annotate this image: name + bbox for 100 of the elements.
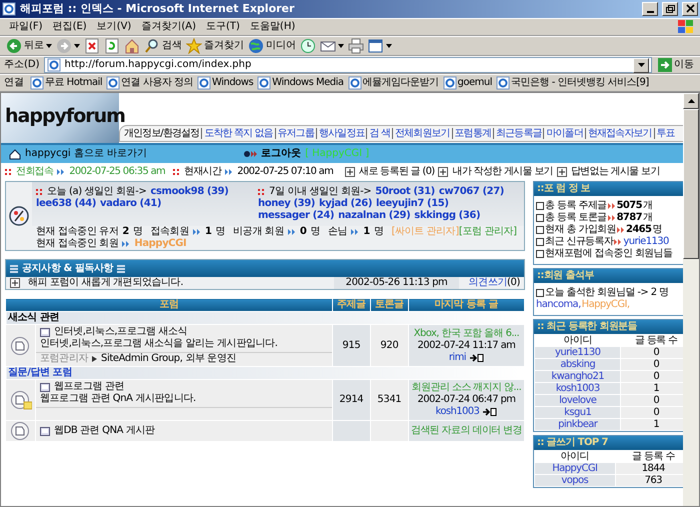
double-arrow-icon — [616, 226, 625, 234]
member-link[interactable]: kwangho21 — [534, 370, 621, 382]
notice-text[interactable]: 해피 포럼이 새롭게 개편되었습니다. — [28, 277, 184, 289]
member-link[interactable]: cw7067 (27) — [438, 186, 504, 198]
nav-link[interactable]: 도착한 쪽지 없음 — [201, 128, 275, 139]
member-link[interactable]: absking — [534, 358, 621, 370]
member-link[interactable]: nazalnan (29) — [338, 210, 410, 222]
info-link[interactable]: 답변없는 게시물 보기 — [570, 166, 660, 178]
double-arrow-icon — [225, 168, 234, 176]
nav-link[interactable]: 행사일정표 — [316, 128, 366, 139]
menu-item[interactable]: 편집(E) — [48, 19, 92, 35]
page-edit-button[interactable] — [366, 37, 394, 55]
nav-link[interactable]: 투표 — [654, 128, 677, 139]
restore-button[interactable] — [662, 2, 678, 16]
member-link[interactable]: vopos — [534, 474, 616, 486]
member-link[interactable]: lovelove — [534, 394, 621, 406]
info-label: 최근 신규등록자 — [545, 236, 614, 248]
forum-title[interactable]: 웹프로그램 관련 — [54, 381, 124, 393]
info-link[interactable]: 내가 작성한 게시물 보기 — [452, 166, 553, 178]
current-time: 2002-07-25 07:10 am — [237, 166, 334, 178]
window-title: 해피포럼 :: 인덱스 - Microsoft Internet Explorer — [20, 2, 296, 16]
up-arrow-icon — [688, 99, 694, 103]
stat-unit: 명 — [374, 226, 384, 238]
menu-item[interactable]: 즐겨찾기(A) — [136, 19, 201, 35]
search-button[interactable]: 검색 — [142, 37, 184, 55]
square-bullet-icon — [536, 202, 544, 210]
info-link[interactable]: 새로 등록된 글 (0) — [359, 166, 434, 178]
nav-link[interactable]: 포럼통계 — [452, 128, 493, 139]
minimize-button[interactable] — [642, 2, 658, 16]
nav-link[interactable]: 현재접속자보기 — [584, 128, 654, 139]
sidebar-title: :: 글쓰기 TOP 7 — [534, 436, 683, 450]
member-link[interactable]: messager (24) — [258, 210, 334, 222]
member-link[interactable]: honey (39) — [258, 198, 315, 210]
member-link[interactable]: lee638 (44) — [36, 198, 96, 210]
member-link[interactable]: 50root (31) — [375, 186, 435, 198]
nav-link[interactable]: 개인정보/환경설정 — [122, 128, 202, 139]
post-count: 1844 — [615, 462, 683, 474]
home-link[interactable]: happycgi 홈으로 바로가기 — [25, 148, 148, 160]
menu-item[interactable]: 도구(T) — [201, 19, 245, 35]
forum-title[interactable]: 웹DB 관련 QNA 게시판 — [54, 425, 155, 437]
member-link[interactable]: ksgu1 — [534, 406, 621, 418]
back-arrow-button[interactable]: 뒤로 — [4, 37, 54, 55]
member-link[interactable]: kyjad (26) — [318, 198, 372, 210]
double-arrow-icon — [57, 168, 66, 176]
member-link[interactable]: pinkbear — [534, 418, 621, 430]
info-value: 2465 — [626, 224, 652, 236]
member-link[interactable]: leeyujin7 (15) — [376, 198, 449, 210]
link-button[interactable]: 에뮬게임다운받기 — [346, 75, 441, 91]
last-post-user[interactable]: rimi — [448, 352, 466, 364]
go-button[interactable]: 이동 — [656, 57, 696, 73]
link-button[interactable]: Windows Media — [255, 75, 346, 91]
scroll-thumb[interactable] — [683, 109, 699, 259]
chevron-icon — [92, 356, 98, 362]
link-button[interactable]: 연결 사용자 정의 — [104, 75, 196, 91]
forum-title[interactable]: 인터넷,리눅스,프로그램 새소식 — [54, 326, 188, 338]
star-button[interactable]: 즐겨찾기 — [184, 37, 246, 55]
link-button[interactable]: goemul — [440, 75, 494, 91]
nav-link[interactable]: 검 색 — [366, 128, 392, 139]
nav-link[interactable]: 유저그룹 — [274, 128, 316, 139]
link-button[interactable]: 무료 Hotmail — [28, 75, 104, 91]
go-to-post-icon[interactable] — [483, 408, 498, 416]
double-arrow-icon — [614, 238, 622, 246]
square-bullet-icon — [536, 250, 544, 258]
sidebar-title: :: 최근 등록한 회원분들 — [534, 320, 683, 334]
minimize-icon — [646, 11, 654, 13]
logout-link[interactable]: 로그아웃 — [261, 148, 302, 160]
clock-button[interactable] — [298, 37, 318, 55]
member-link[interactable]: kosh1003 — [534, 382, 621, 394]
menu-item[interactable]: 보기(V) — [92, 19, 136, 35]
link-button[interactable]: 국민은행 - 인터넷뱅킹 서비스[9] — [494, 75, 651, 91]
member-link[interactable]: skkingg (36) — [414, 210, 480, 222]
last-visit-label: 전회접속 — [16, 166, 54, 178]
scroll-up-button[interactable] — [683, 93, 699, 109]
member-link[interactable]: vadaro (41) — [100, 198, 162, 210]
forward-arrow-button[interactable] — [54, 37, 82, 55]
member-link[interactable]: hancoma, — [536, 299, 581, 311]
comment-link[interactable]: 의견쓰기 — [468, 277, 508, 288]
menu-item[interactable]: 도움말(H) — [244, 19, 300, 35]
last-post-date: 2002-07-24 11:17 am — [416, 340, 516, 352]
address-field[interactable]: http://forum.happycgi.com/index.php — [44, 57, 652, 73]
plus-box-icon — [345, 167, 356, 177]
dropdown-button[interactable] — [633, 58, 649, 72]
square-bullet-icon — [536, 289, 544, 297]
stat-value: 2 — [122, 226, 129, 238]
go-to-post-icon[interactable] — [470, 354, 484, 362]
member-link[interactable]: yurie1130 — [534, 346, 621, 358]
member-link[interactable]: yurie1130 — [623, 236, 669, 248]
globe-button[interactable]: 미디어 — [246, 37, 298, 55]
member-link[interactable]: csmook98 (39) — [150, 186, 228, 198]
printer-button[interactable] — [346, 37, 366, 55]
menu-item[interactable]: 파일(F) — [4, 19, 48, 35]
close-button[interactable] — [682, 2, 698, 16]
member-link[interactable]: HappyCGI — [534, 462, 616, 474]
nav-link[interactable]: 최근등록글 — [492, 128, 544, 139]
link-button[interactable]: Windows — [195, 75, 256, 91]
nav-link[interactable]: 마이폴더 — [543, 128, 585, 139]
nav-link[interactable]: 전체회원보기 — [392, 128, 452, 139]
last-post-user[interactable]: kosh1003 — [436, 406, 480, 418]
column-header: 포럼 — [6, 298, 332, 312]
double-arrow-icon — [122, 240, 130, 248]
